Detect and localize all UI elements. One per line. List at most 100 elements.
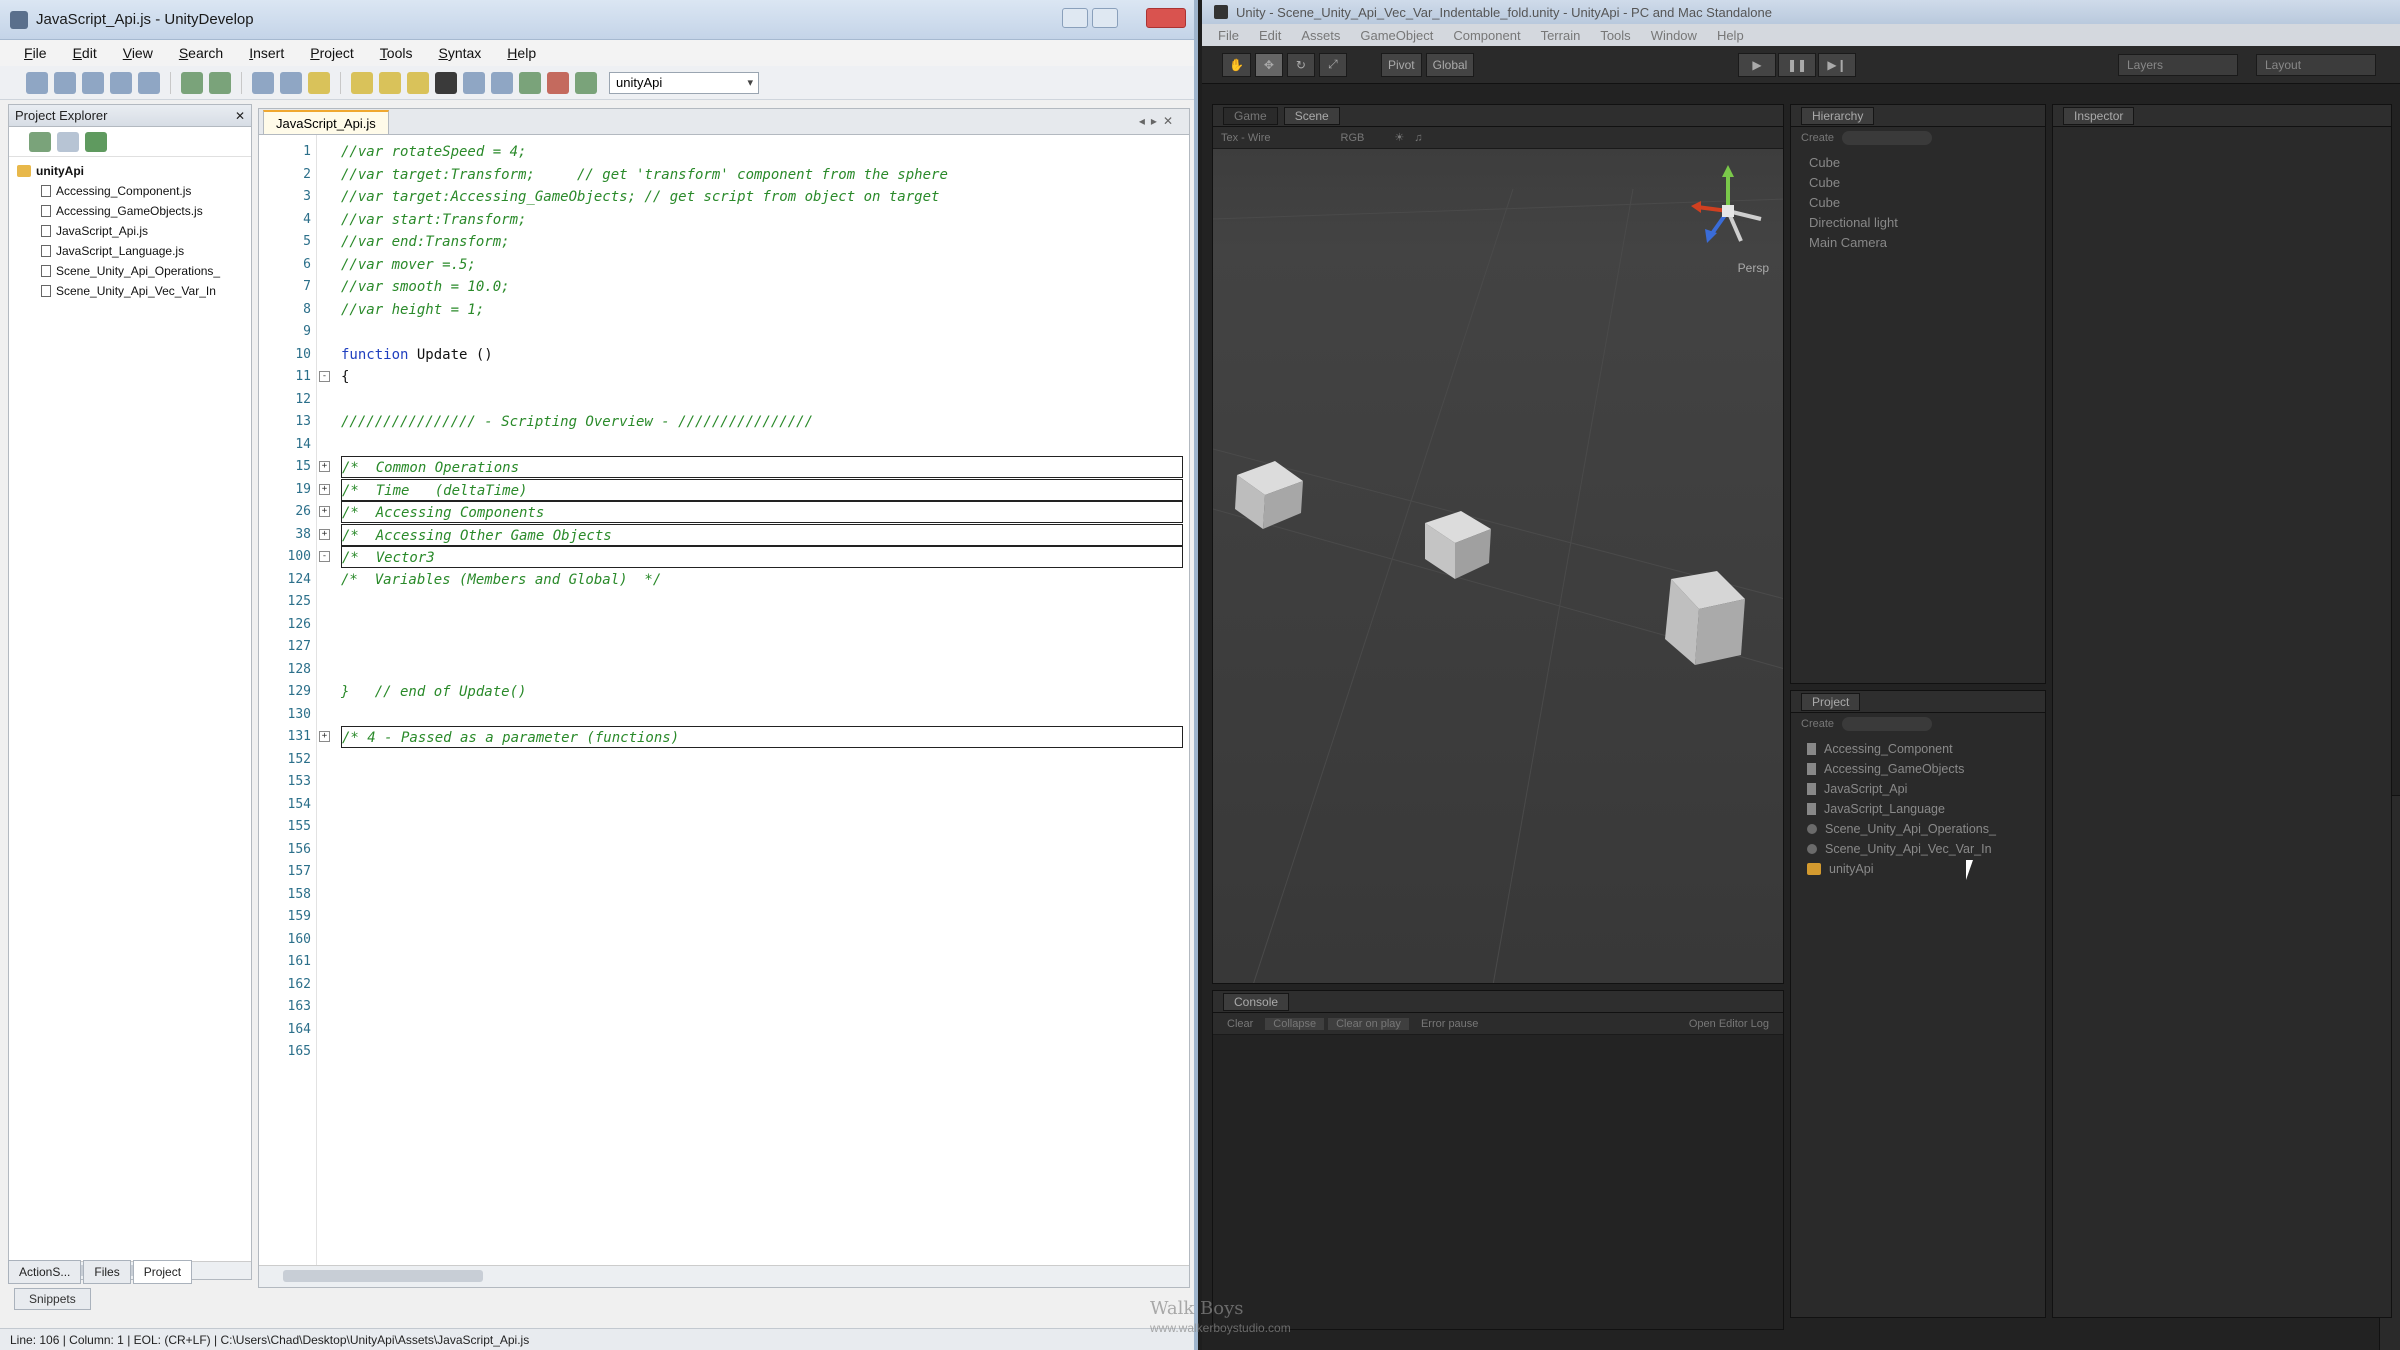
project-item[interactable]: JavaScript_Api <box>1807 779 2045 799</box>
code-line[interactable]: 160 <box>259 929 1189 952</box>
code-line[interactable]: 158 <box>259 884 1189 907</box>
layout-dropdown[interactable]: Layout <box>2256 54 2376 76</box>
save-all-icon[interactable] <box>110 71 132 94</box>
menu-help[interactable]: Help <box>507 45 536 61</box>
code-line[interactable]: 14 <box>259 434 1189 457</box>
tab-snippets[interactable]: Snippets <box>14 1288 91 1310</box>
draw-mode-dropdown[interactable]: Tex - Wire <box>1221 132 1271 144</box>
code-line[interactable]: 8 //var height = 1; <box>259 299 1189 322</box>
tree-file[interactable]: JavaScript_Api.js <box>17 221 251 241</box>
code-line[interactable]: 4 //var start:Transform; <box>259 209 1189 232</box>
code-line[interactable]: 19 + /* Time (deltaTime) <box>259 478 1189 502</box>
unity-menu-edit[interactable]: Edit <box>1259 28 1281 43</box>
code-line[interactable]: 6 //var mover =.5; <box>259 254 1189 277</box>
fold-collapse-icon[interactable]: - <box>319 551 330 562</box>
fold-collapse-icon[interactable]: - <box>319 371 330 382</box>
tab-project[interactable]: Project <box>1801 692 1861 711</box>
tree-file[interactable]: JavaScript_Language.js <box>17 241 251 261</box>
scale-tool-icon[interactable]: ⤢ <box>1318 52 1347 77</box>
pivot-toggle[interactable]: Pivot <box>1380 52 1422 77</box>
code-line[interactable]: 2 //var target:Transform; // get 'transfo… <box>259 164 1189 187</box>
scene-viewport[interactable]: Persp <box>1213 149 1783 983</box>
code-line[interactable]: 126 <box>259 614 1189 637</box>
replace-icon[interactable] <box>379 71 401 94</box>
code-line[interactable]: 153 <box>259 771 1189 794</box>
new-file-icon[interactable] <box>26 71 48 94</box>
fold-expand-icon[interactable]: + <box>319 483 330 495</box>
code-line[interactable]: 130 <box>259 704 1189 727</box>
scene-lighting-icon[interactable]: ☀ <box>1394 131 1404 144</box>
fold-expand-icon[interactable]: + <box>319 461 330 472</box>
tab-files[interactable]: Files <box>83 1260 131 1284</box>
rotate-tool-icon[interactable]: ↻ <box>1286 52 1315 77</box>
tree-file[interactable]: Scene_Unity_Api_Operations_ <box>17 261 251 281</box>
code-line[interactable]: 156 <box>259 839 1189 862</box>
unity-menu-component[interactable]: Component <box>1453 28 1520 43</box>
code-line[interactable]: 157 <box>259 861 1189 884</box>
hierarchy-item[interactable]: Directional light <box>1809 213 2045 233</box>
code-line[interactable]: 129} // end of Update() <box>259 681 1189 704</box>
code-line[interactable]: 124 /* Variables (Members and Global) */ <box>259 569 1189 592</box>
menu-insert[interactable]: Insert <box>249 45 284 61</box>
debug-icon[interactable] <box>547 71 569 94</box>
editor-tab-javascript-api[interactable]: JavaScript_Api.js <box>263 110 389 134</box>
code-line[interactable]: 155 <box>259 816 1189 839</box>
code-line[interactable]: 164 <box>259 1019 1189 1042</box>
tab-game[interactable]: Game <box>1223 106 1278 125</box>
console-clear-button[interactable]: Clear <box>1219 1018 1261 1030</box>
fold-expand-icon[interactable]: + <box>319 506 330 517</box>
code-line[interactable]: 128 <box>259 659 1189 682</box>
redo-icon[interactable] <box>209 71 231 94</box>
code-line[interactable]: 159 <box>259 906 1189 929</box>
tree-file[interactable]: Scene_Unity_Api_Vec_Var_In <box>17 281 251 301</box>
code-line[interactable]: 161 <box>259 951 1189 974</box>
code-line[interactable]: 3 //var target:Accessing_GameObjects; // … <box>259 186 1189 209</box>
tree-file[interactable]: Accessing_GameObjects.js <box>17 201 251 221</box>
project-search-input[interactable] <box>1842 717 1933 731</box>
code-line[interactable]: 163 <box>259 996 1189 1019</box>
code-line[interactable]: 152 <box>259 749 1189 772</box>
cube-object[interactable] <box>1659 569 1749 673</box>
close-icon[interactable]: ✕ <box>235 109 245 123</box>
unity-menu-terrain[interactable]: Terrain <box>1541 28 1581 43</box>
tab-project[interactable]: Project <box>132 1260 193 1284</box>
code-line[interactable]: 38 + /* Accessing Other Game Objects <box>259 523 1189 547</box>
tab-inspector[interactable]: Inspector <box>2063 106 2135 125</box>
build-project-icon[interactable] <box>85 131 107 152</box>
refresh-icon[interactable] <box>29 131 51 152</box>
tab-nav-icons[interactable]: ◂▸✕ <box>1139 114 1179 128</box>
play-icon[interactable]: ▶ <box>1738 53 1776 77</box>
close-button[interactable] <box>1146 8 1186 28</box>
collapse-icon[interactable] <box>57 131 79 152</box>
step-icon[interactable]: ▶❙ <box>1818 53 1856 77</box>
close-file-icon[interactable] <box>138 71 160 94</box>
bookmark-icon[interactable] <box>407 71 429 94</box>
global-toggle[interactable]: Global <box>1425 52 1475 77</box>
save-icon[interactable] <box>82 71 104 94</box>
project-item[interactable]: JavaScript_Language <box>1807 799 2045 819</box>
console-error-pause-button[interactable]: Error pause <box>1413 1018 1486 1030</box>
unity-menu-help[interactable]: Help <box>1717 28 1744 43</box>
console-clear-on-play-button[interactable]: Clear on play <box>1328 1017 1409 1030</box>
project-item[interactable]: Scene_Unity_Api_Operations_ <box>1807 819 2045 839</box>
find-icon[interactable] <box>351 71 373 94</box>
cube-object[interactable] <box>1229 455 1307 533</box>
hierarchy-item[interactable]: Main Camera <box>1809 233 2045 253</box>
code-line[interactable]: 1 //var rotateSpeed = 4; <box>259 141 1189 164</box>
menu-search[interactable]: Search <box>179 45 223 61</box>
tree-root[interactable]: unityApi <box>17 161 251 181</box>
hand-tool-icon[interactable]: ✋ <box>1222 52 1251 77</box>
menu-tools[interactable]: Tools <box>380 45 413 61</box>
code-line[interactable]: 26 + /* Accessing Components <box>259 501 1189 524</box>
check-syntax-icon[interactable] <box>519 71 541 94</box>
paste-icon[interactable] <box>308 71 330 94</box>
console-collapse-button[interactable]: Collapse <box>1265 1017 1325 1030</box>
hierarchy-item[interactable]: Cube <box>1809 173 2045 193</box>
build-icon[interactable] <box>575 71 597 94</box>
code-line[interactable]: 13 //////////////// - Scripting Overview … <box>259 411 1189 434</box>
copy-icon[interactable] <box>280 71 302 94</box>
code-line[interactable]: 131 + /* 4 - Passed as a parameter (functi… <box>259 726 1189 749</box>
tab-actionscript[interactable]: ActionS... <box>8 1260 82 1284</box>
menu-syntax[interactable]: Syntax <box>438 45 481 61</box>
tree-file[interactable]: Accessing_Component.js <box>17 181 251 201</box>
